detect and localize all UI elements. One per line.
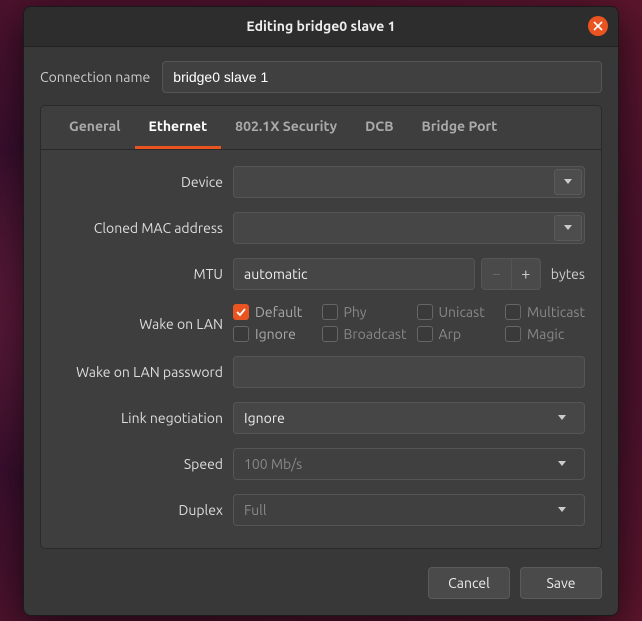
wol-option-broadcast[interactable]: Broadcast <box>322 326 407 342</box>
content-area: Connection name General Ethernet 802.1X … <box>24 47 618 553</box>
wol-option-label: Default <box>255 304 302 320</box>
wol-options: Default Phy Unicast Multicast <box>233 304 585 342</box>
wol-option-multicast[interactable]: Multicast <box>505 304 585 320</box>
mtu-input[interactable]: automatic <box>233 258 475 290</box>
connection-name-row: Connection name <box>40 61 602 93</box>
wol-password-row: Wake on LAN password <box>57 356 585 388</box>
wol-option-label: Broadcast <box>344 326 407 342</box>
checkbox-icon <box>233 326 249 342</box>
wol-option-label: Ignore <box>255 326 296 342</box>
chevron-down-icon <box>564 225 572 230</box>
wol-option-arp[interactable]: Arp <box>417 326 496 342</box>
cloned-mac-dropdown-button[interactable] <box>554 215 582 241</box>
wol-row: Wake on LAN Default Phy Unicast <box>57 304 585 342</box>
wol-option-unicast[interactable]: Unicast <box>417 304 496 320</box>
checkbox-icon <box>322 326 338 342</box>
checkbox-icon <box>505 326 521 342</box>
wol-label: Wake on LAN <box>57 304 223 332</box>
speed-select[interactable]: 100 Mb/s <box>233 448 585 480</box>
device-combo[interactable] <box>233 166 585 198</box>
chevron-down-icon <box>558 461 566 466</box>
tab-dcb[interactable]: DCB <box>351 106 407 149</box>
wol-option-ignore[interactable]: Ignore <box>233 326 312 342</box>
device-dropdown-button[interactable] <box>554 169 582 195</box>
link-negotiation-value: Ignore <box>244 410 285 426</box>
mtu-label: MTU <box>57 266 223 282</box>
mtu-unit: bytes <box>551 266 585 282</box>
cloned-mac-row: Cloned MAC address <box>57 212 585 244</box>
checkbox-icon <box>417 304 433 320</box>
dropdown-button[interactable] <box>548 451 576 477</box>
duplex-select[interactable]: Full <box>233 494 585 526</box>
dropdown-button[interactable] <box>548 405 576 431</box>
connection-name-label: Connection name <box>40 69 150 85</box>
wol-option-label: Arp <box>439 326 462 342</box>
checkbox-icon <box>233 304 249 320</box>
cancel-button[interactable]: Cancel <box>428 567 510 599</box>
speed-row: Speed 100 Mb/s <box>57 448 585 480</box>
link-negotiation-row: Link negotiation Ignore <box>57 402 585 434</box>
checkbox-icon <box>417 326 433 342</box>
link-negotiation-label: Link negotiation <box>57 410 223 426</box>
dropdown-button[interactable] <box>548 497 576 523</box>
wol-password-input[interactable] <box>233 356 585 388</box>
tab-bar: General Ethernet 802.1X Security DCB Bri… <box>41 106 601 150</box>
close-button[interactable] <box>588 16 608 36</box>
wol-option-label: Multicast <box>527 304 585 320</box>
mtu-decrement-button[interactable]: − <box>481 258 511 290</box>
dialog-footer: Cancel Save <box>24 553 618 615</box>
wol-option-magic[interactable]: Magic <box>505 326 585 342</box>
wol-option-label: Phy <box>344 304 367 320</box>
checkbox-icon <box>322 304 338 320</box>
tab-general[interactable]: General <box>55 106 135 149</box>
checkbox-icon <box>505 304 521 320</box>
wol-option-phy[interactable]: Phy <box>322 304 407 320</box>
wol-password-label: Wake on LAN password <box>57 364 223 380</box>
dialog-window: Editing bridge0 slave 1 Connection name … <box>23 6 619 616</box>
mtu-increment-button[interactable]: + <box>511 258 541 290</box>
tab-ethernet[interactable]: Ethernet <box>135 106 222 149</box>
wol-option-default[interactable]: Default <box>233 304 312 320</box>
cloned-mac-label: Cloned MAC address <box>57 220 223 236</box>
tab-bridge-port[interactable]: Bridge Port <box>408 106 512 149</box>
duplex-row: Duplex Full <box>57 494 585 526</box>
settings-panel: General Ethernet 802.1X Security DCB Bri… <box>40 105 602 549</box>
device-label: Device <box>57 174 223 190</box>
link-negotiation-select[interactable]: Ignore <box>233 402 585 434</box>
cloned-mac-combo[interactable] <box>233 212 585 244</box>
chevron-down-icon <box>558 507 566 512</box>
close-icon <box>593 21 603 31</box>
mtu-row: MTU automatic − + bytes <box>57 258 585 290</box>
tab-8021x[interactable]: 802.1X Security <box>221 106 351 149</box>
titlebar: Editing bridge0 slave 1 <box>24 7 618 47</box>
connection-name-input[interactable] <box>162 61 602 93</box>
mtu-stepper: − + <box>481 258 541 290</box>
duplex-label: Duplex <box>57 502 223 518</box>
mtu-value: automatic <box>244 266 308 282</box>
wol-option-label: Unicast <box>439 304 485 320</box>
duplex-value: Full <box>244 502 266 518</box>
chevron-down-icon <box>558 415 566 420</box>
speed-label: Speed <box>57 456 223 472</box>
wol-option-label: Magic <box>527 326 564 342</box>
chevron-down-icon <box>564 179 572 184</box>
device-row: Device <box>57 166 585 198</box>
dialog-title: Editing bridge0 slave 1 <box>246 18 395 34</box>
save-button[interactable]: Save <box>520 567 602 599</box>
speed-value: 100 Mb/s <box>244 456 302 472</box>
ethernet-form: Device Cloned MAC address <box>41 150 601 548</box>
